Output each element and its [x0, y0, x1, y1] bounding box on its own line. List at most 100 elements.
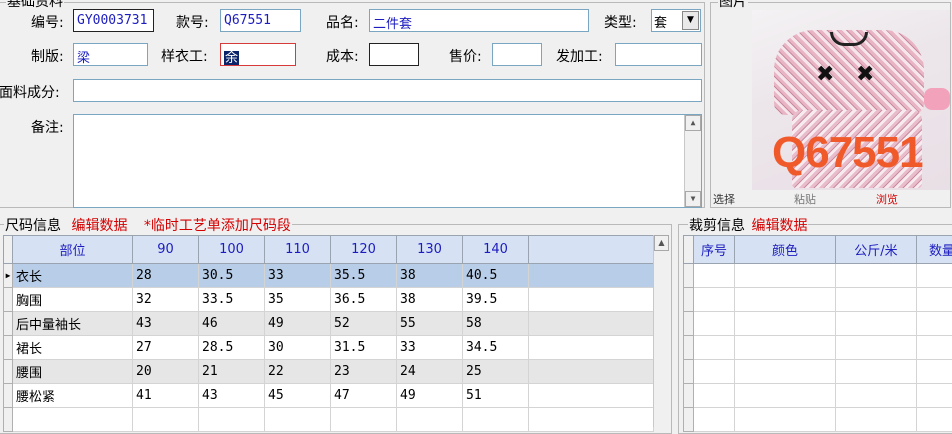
table-row[interactable] — [684, 288, 952, 312]
table-cell[interactable]: 腰围 — [13, 360, 133, 384]
table-cell[interactable] — [917, 408, 952, 432]
table-cell[interactable]: 33 — [397, 336, 463, 360]
table-row[interactable]: ▶ 衣长 28 30.5 33 35.5 38 40.5 — [4, 264, 654, 288]
sample-field[interactable]: 余 — [220, 43, 296, 66]
pattern-field[interactable]: 梁 — [73, 43, 148, 66]
table-cell[interactable] — [917, 288, 952, 312]
table-cell[interactable] — [529, 288, 654, 312]
row-selector[interactable] — [4, 360, 13, 384]
table-cell[interactable]: 38 — [397, 264, 463, 288]
table-cell[interactable] — [735, 408, 836, 432]
size-table-scrollbar[interactable]: ▲ — [653, 235, 669, 427]
table-row[interactable]: 腰松紧 41 43 45 47 49 51 — [4, 384, 654, 408]
row-selector[interactable] — [4, 312, 13, 336]
table-cell[interactable]: 30.5 — [199, 264, 265, 288]
table-row[interactable] — [684, 384, 952, 408]
table-cell[interactable]: 31.5 — [331, 336, 397, 360]
fabric-field[interactable] — [73, 79, 702, 102]
style-field[interactable]: Q67551 — [220, 9, 301, 32]
table-cell[interactable] — [836, 360, 917, 384]
table-cell[interactable] — [735, 312, 836, 336]
column-header[interactable]: 120 — [331, 236, 397, 264]
table-cell[interactable]: 43 — [199, 384, 265, 408]
table-row[interactable]: 胸围 32 33.5 35 36.5 38 39.5 — [4, 288, 654, 312]
table-cell[interactable]: 后中量袖长 — [13, 312, 133, 336]
column-header[interactable]: 数量 — [917, 236, 952, 264]
table-cell[interactable]: 35.5 — [331, 264, 397, 288]
row-selector[interactable] — [684, 336, 694, 360]
table-cell[interactable] — [836, 384, 917, 408]
table-cell[interactable]: 51 — [463, 384, 529, 408]
table-cell[interactable]: 24 — [397, 360, 463, 384]
table-cell[interactable]: 23 — [331, 360, 397, 384]
cut-edit-link[interactable]: 编辑数据 — [751, 218, 807, 234]
row-selector[interactable] — [4, 384, 13, 408]
table-cell[interactable]: 45 — [265, 384, 331, 408]
scroll-up-icon[interactable]: ▲ — [685, 115, 701, 131]
table-cell[interactable] — [917, 384, 952, 408]
table-cell[interactable] — [694, 264, 735, 288]
scroll-up-icon[interactable]: ▲ — [654, 235, 669, 251]
table-cell[interactable] — [836, 288, 917, 312]
cost-field[interactable] — [369, 43, 419, 66]
column-header[interactable]: 序号 — [694, 236, 735, 264]
type-select[interactable]: 套 ▼ — [651, 9, 701, 32]
table-cell[interactable]: 58 — [463, 312, 529, 336]
table-cell[interactable]: 52 — [331, 312, 397, 336]
table-cell[interactable]: 35 — [265, 288, 331, 312]
table-cell[interactable]: 22 — [265, 360, 331, 384]
row-selector[interactable] — [684, 288, 694, 312]
row-pointer-icon[interactable]: ▶ — [4, 264, 13, 288]
table-cell[interactable]: 33.5 — [199, 288, 265, 312]
table-cell[interactable] — [836, 336, 917, 360]
table-cell[interactable] — [735, 360, 836, 384]
table-cell[interactable]: 47 — [331, 384, 397, 408]
table-row[interactable]: 后中量袖长 43 46 49 52 55 58 — [4, 312, 654, 336]
table-cell[interactable] — [836, 312, 917, 336]
table-cell[interactable]: 27 — [133, 336, 199, 360]
row-selector[interactable] — [684, 312, 694, 336]
column-header[interactable]: 90 — [133, 236, 199, 264]
table-cell[interactable]: 28.5 — [199, 336, 265, 360]
column-header[interactable]: 110 — [265, 236, 331, 264]
table-cell[interactable]: 25 — [463, 360, 529, 384]
table-cell[interactable] — [694, 288, 735, 312]
table-row[interactable]: 裙长 27 28.5 30 31.5 33 34.5 — [4, 336, 654, 360]
name-field[interactable]: 二件套 — [369, 9, 589, 32]
price-field[interactable] — [492, 43, 542, 66]
table-cell[interactable]: 49 — [265, 312, 331, 336]
table-cell[interactable]: 43 — [133, 312, 199, 336]
table-cell[interactable] — [529, 384, 654, 408]
table-cell[interactable] — [694, 408, 735, 432]
table-cell[interactable] — [917, 264, 952, 288]
scroll-down-icon[interactable]: ▼ — [685, 191, 701, 207]
table-cell[interactable] — [836, 408, 917, 432]
table-cell[interactable] — [836, 264, 917, 288]
column-header[interactable]: 部位 — [13, 236, 133, 264]
remark-scrollbar[interactable]: ▲ ▼ — [684, 115, 701, 207]
row-selector[interactable] — [4, 288, 13, 312]
table-cell[interactable]: 55 — [397, 312, 463, 336]
table-cell[interactable]: 41 — [133, 384, 199, 408]
browse-button[interactable]: 浏览 — [876, 191, 898, 207]
table-cell[interactable] — [735, 336, 836, 360]
size-edit-link[interactable]: 编辑数据 — [71, 218, 127, 234]
table-cell[interactable] — [917, 312, 952, 336]
table-row[interactable] — [684, 312, 952, 336]
code-field[interactable]: GY0003731 — [73, 9, 154, 32]
table-cell[interactable] — [917, 336, 952, 360]
row-selector[interactable] — [684, 264, 694, 288]
table-cell[interactable]: 腰松紧 — [13, 384, 133, 408]
column-header[interactable]: 颜色 — [735, 236, 836, 264]
table-cell[interactable] — [735, 288, 836, 312]
table-cell[interactable] — [917, 360, 952, 384]
table-row[interactable] — [684, 408, 952, 432]
table-row[interactable] — [4, 408, 654, 432]
table-cell[interactable] — [694, 312, 735, 336]
table-cell[interactable]: 21 — [199, 360, 265, 384]
table-cell[interactable] — [735, 384, 836, 408]
table-row[interactable] — [684, 336, 952, 360]
table-cell[interactable]: 胸围 — [13, 288, 133, 312]
table-cell[interactable]: 33 — [265, 264, 331, 288]
table-cell[interactable]: 38 — [397, 288, 463, 312]
